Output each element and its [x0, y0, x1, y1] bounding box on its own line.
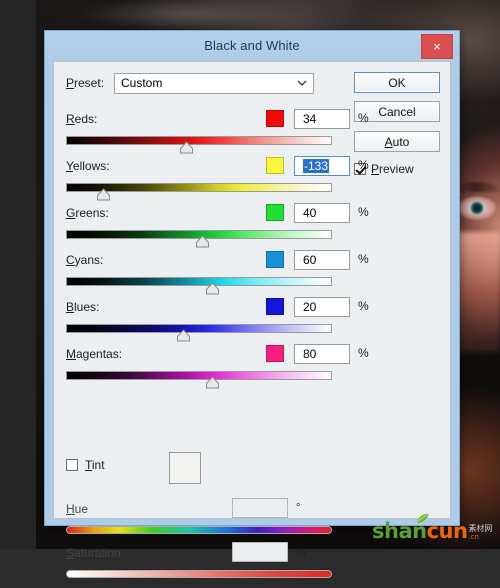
photo-eye-detail — [455, 188, 500, 230]
saturation-label: Saturation — [66, 546, 121, 560]
channel-slider-thumb[interactable] — [176, 329, 191, 342]
channel-row-yellows: Yellows: -133% — [66, 156, 388, 203]
selected-text: -133 — [303, 159, 330, 173]
channel-value-input[interactable]: 34 — [294, 109, 350, 129]
channel-slider-thumb[interactable] — [205, 376, 220, 389]
channel-slider-thumb[interactable] — [179, 141, 194, 154]
saturation-track[interactable] — [66, 570, 332, 578]
channel-slider-thumb[interactable] — [205, 282, 220, 295]
close-icon[interactable]: × — [421, 34, 453, 59]
channel-color-swatch — [266, 345, 284, 362]
dialog-titlebar: Black and White × — [45, 31, 459, 61]
chevron-down-icon — [297, 78, 307, 90]
tint-color-swatch[interactable] — [169, 452, 201, 484]
channel-color-swatch — [266, 157, 284, 174]
channel-label: Cyans: — [66, 253, 104, 267]
channel-value-input[interactable]: 80 — [294, 344, 350, 364]
tint-row[interactable]: Tint — [66, 458, 105, 472]
tint-label: Tint — [85, 458, 105, 472]
channel-row-magentas: Magentas: 80% — [66, 344, 388, 391]
channel-row-reds: Reds: 34% — [66, 109, 388, 156]
hue-input[interactable] — [232, 498, 288, 518]
channel-unit: % — [358, 158, 369, 172]
dialog-title: Black and White — [204, 38, 300, 53]
channel-unit: % — [358, 346, 369, 360]
channel-label: Blues: — [66, 300, 100, 314]
watermark-cn-text: 素材网 — [468, 524, 493, 533]
preset-value: Custom — [121, 76, 163, 90]
saturation-row: Saturation % — [66, 542, 388, 588]
site-watermark: shancun 素材网 .cn — [372, 513, 494, 543]
saturation-input[interactable] — [232, 542, 288, 562]
channel-label: Magentas: — [66, 347, 123, 361]
channel-value-input[interactable]: 20 — [294, 297, 350, 317]
channel-color-swatch — [266, 204, 284, 221]
leaf-icon — [414, 512, 430, 524]
hue-track[interactable] — [66, 526, 332, 534]
hue-row: Hue ° — [66, 498, 388, 544]
channel-unit: % — [358, 111, 369, 125]
channel-unit: % — [358, 299, 369, 313]
channel-color-swatch — [266, 110, 284, 127]
channel-color-swatch — [266, 251, 284, 268]
channel-color-swatch — [266, 298, 284, 315]
channel-label: Reds: — [66, 112, 98, 126]
dialog-content: Preset: Custom OK Cancel Auto Preview Re… — [53, 61, 451, 578]
hue-label: Hue — [66, 502, 89, 516]
channel-value-input[interactable]: -133 — [294, 156, 350, 176]
channel-slider-track[interactable] — [66, 324, 332, 333]
watermark-brand-second: cun — [426, 519, 468, 543]
ok-button[interactable]: OK — [354, 72, 440, 93]
channel-slider-track[interactable] — [66, 371, 332, 380]
channel-row-cyans: Cyans: 60% — [66, 250, 388, 297]
saturation-unit: % — [296, 546, 306, 558]
preset-label: Preset: — [66, 76, 105, 90]
preset-dropdown[interactable]: Custom — [114, 72, 314, 94]
channel-value-input[interactable]: 40 — [294, 203, 350, 223]
black-and-white-dialog: Black and White × Preset: Custom OK Canc… — [44, 30, 460, 578]
channel-slider-track[interactable] — [66, 277, 332, 286]
channel-row-blues: Blues: 20% — [66, 297, 388, 344]
channel-label: Greens: — [66, 206, 109, 220]
tint-checkbox[interactable] — [66, 459, 78, 471]
watermark-url-text: .cn — [468, 533, 479, 541]
channel-slider-thumb[interactable] — [96, 188, 111, 201]
channel-value-input[interactable]: 60 — [294, 250, 350, 270]
workspace-left-panel — [0, 0, 36, 549]
channel-unit: % — [358, 252, 369, 266]
channel-row-greens: Greens: 40% — [66, 203, 388, 250]
preset-row: Preset: Custom — [66, 72, 346, 94]
channel-slider-track[interactable] — [66, 136, 332, 145]
channel-slider-thumb[interactable] — [195, 235, 210, 248]
channel-unit: % — [358, 205, 369, 219]
hue-unit: ° — [296, 502, 301, 514]
channel-label: Yellows: — [66, 159, 110, 173]
